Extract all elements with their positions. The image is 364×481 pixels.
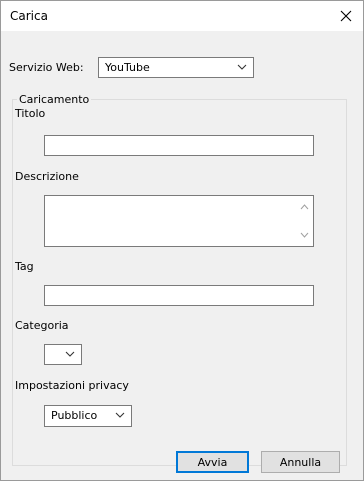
start-button[interactable]: Avvia [176,451,249,473]
dialog-body: Servizio Web: YouTube Caricamento Titolo… [1,31,363,480]
privacy-label: Impostazioni privacy [15,379,129,392]
service-select[interactable]: YouTube [98,57,254,78]
chevron-down-icon [237,64,247,70]
title-bar: Carica [1,1,363,31]
privacy-selected-value: Pubblico [51,409,98,422]
chevron-down-icon [65,351,75,357]
upload-dialog: Carica Servizio Web: YouTube Caricamento… [0,0,364,481]
close-button[interactable] [329,1,363,31]
description-textarea[interactable] [44,195,314,247]
privacy-select[interactable]: Pubblico [44,405,132,427]
service-label: Servizio Web: [9,61,84,74]
category-label: Categoria [15,319,69,332]
service-selected-value: YouTube [105,61,150,74]
category-select[interactable] [44,344,82,365]
title-input[interactable] [44,135,314,156]
chevron-down-icon[interactable] [300,232,309,238]
close-icon [340,10,352,22]
chevron-down-icon [115,412,125,418]
tag-input[interactable] [44,285,314,306]
chevron-up-icon[interactable] [300,204,309,210]
window-title: Carica [10,9,48,23]
description-label: Descrizione [15,170,79,183]
tag-label: Tag [15,260,34,273]
upload-group-legend: Caricamento [19,93,90,106]
description-scrollbar[interactable] [296,196,313,246]
title-label: Titolo [15,107,46,120]
cancel-button[interactable]: Annulla [261,451,340,473]
